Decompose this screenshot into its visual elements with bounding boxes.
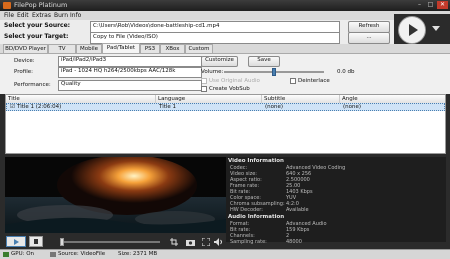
tab-bd-dvd-player[interactable]: BD/DVD Player — [3, 44, 48, 53]
info-key: HW Decoder: — [230, 207, 263, 213]
audio-info-heading: Audio Information — [228, 214, 285, 220]
tab-tv[interactable]: TV — [48, 44, 76, 53]
row-title: Title 1 (2:06:04) — [17, 104, 62, 110]
target-label: Select your Target: — [4, 33, 69, 40]
play-icon — [14, 239, 19, 245]
dropdown-arrow-icon[interactable] — [432, 26, 440, 32]
use-original-audio-label: Use Original Audio — [209, 78, 260, 84]
menu-burn[interactable]: Burn — [54, 12, 68, 19]
table-row[interactable]: ☑ Title 1 (2:06:04) Title 1 (none) (none… — [6, 103, 445, 111]
title-bar: FilePop Platinum – □ ✕ — [0, 0, 450, 11]
source-target-area: Select your Source: C:\Users\Rob\Videos\… — [0, 20, 394, 44]
stop-icon — [34, 239, 38, 244]
menu-extras[interactable]: Extras — [32, 12, 51, 19]
window-title: FilePop Platinum — [14, 1, 68, 9]
title-grid: Title Language Subtitle Angle ☑ Title 1 … — [5, 94, 446, 154]
video-preview[interactable] — [5, 157, 226, 233]
save-button[interactable]: Save — [248, 56, 280, 67]
stop-button[interactable] — [29, 236, 43, 247]
profile-label: Profile: — [14, 69, 33, 75]
device-select[interactable]: iPad/iPad2/iPad3 — [58, 56, 202, 67]
row-checkbox[interactable]: ☑ — [8, 104, 15, 111]
volume-label: Volume: — [201, 69, 224, 75]
snapshot-icon[interactable] — [186, 238, 195, 246]
status-bar: GPU: On Source: VideoFile Size: 2371 MB — [0, 249, 450, 259]
source-label: Select your Source: — [4, 22, 71, 29]
play-button[interactable] — [398, 16, 426, 44]
play-icon — [409, 24, 418, 36]
deinterlace-checkbox[interactable] — [290, 78, 296, 84]
customize-button[interactable]: Customize — [201, 56, 238, 67]
column-angle[interactable]: Angle — [340, 95, 445, 103]
gpu-icon — [3, 252, 9, 257]
info-key: Sampling rate: — [230, 239, 267, 245]
performance-select[interactable]: Quality — [58, 80, 202, 91]
gpu-status: GPU: On — [11, 251, 35, 257]
info-value: 48000 — [286, 239, 302, 245]
maximize-icon[interactable]: □ — [425, 1, 436, 9]
column-subtitle[interactable]: Subtitle — [262, 95, 340, 103]
browse-button[interactable]: ... — [348, 32, 390, 44]
tab-mobile[interactable]: Mobile — [76, 44, 102, 53]
tab-pad-tablet[interactable]: Pad/Tablet — [102, 43, 140, 53]
close-icon[interactable]: ✕ — [437, 1, 448, 9]
column-title[interactable]: Title — [6, 95, 156, 103]
app-icon — [3, 2, 11, 9]
menu-file[interactable]: File — [4, 12, 14, 19]
performance-label: Performance: — [14, 82, 51, 88]
row-angle[interactable]: (none) — [341, 104, 361, 111]
tab-bar: BD/DVD Player TV Mobile Pad/Tablet PS3 X… — [0, 43, 450, 53]
menu-bar: File Edit Extras Burn Info — [0, 11, 450, 20]
menu-edit[interactable]: Edit — [17, 12, 29, 19]
tab-custom[interactable]: Custom — [185, 44, 213, 53]
play-area — [394, 14, 450, 44]
source-icon — [50, 252, 56, 257]
volume-value: 0.0 db — [337, 69, 355, 75]
deinterlace-label: Deinterlace — [298, 78, 330, 84]
info-value: Available — [286, 207, 309, 213]
settings-panel: Device: iPad/iPad2/iPad3 Customize Save … — [0, 53, 450, 94]
video-info-heading: Video Information — [228, 158, 284, 164]
create-vobsub-label: Create VobSub — [209, 86, 250, 92]
seek-knob[interactable] — [60, 238, 64, 246]
profile-select[interactable]: iPad - 1024 HQ h264/2500kbps AAC/128k — [58, 67, 202, 78]
seek-bar[interactable] — [60, 238, 160, 246]
tab-ps3[interactable]: PS3 — [140, 44, 160, 53]
fullscreen-icon[interactable] — [202, 238, 210, 246]
menu-info[interactable]: Info — [70, 12, 81, 19]
source-status: Source: VideoFile — [58, 251, 106, 257]
row-language[interactable]: Title 1 — [157, 104, 176, 111]
info-value: 159 Kbps — [286, 227, 310, 233]
volume-slider[interactable] — [224, 68, 324, 76]
size-status: Size: 2371 MB — [118, 251, 158, 257]
column-language[interactable]: Language — [156, 95, 262, 103]
tab-xbox[interactable]: XBox — [160, 44, 185, 53]
minimize-icon[interactable]: – — [414, 1, 425, 9]
row-subtitle[interactable]: (none) — [263, 104, 283, 111]
video-frame-image — [5, 157, 226, 233]
create-vobsub-checkbox[interactable] — [201, 86, 207, 92]
crop-icon[interactable] — [170, 238, 178, 246]
player-controls — [0, 233, 226, 249]
device-label: Device: — [14, 58, 35, 64]
volume-knob[interactable] — [272, 68, 276, 76]
speaker-icon[interactable] — [214, 238, 223, 246]
preview-play-button[interactable] — [6, 236, 26, 247]
media-info-panel: Video Information Codec: Advanced Video C… — [226, 157, 446, 245]
